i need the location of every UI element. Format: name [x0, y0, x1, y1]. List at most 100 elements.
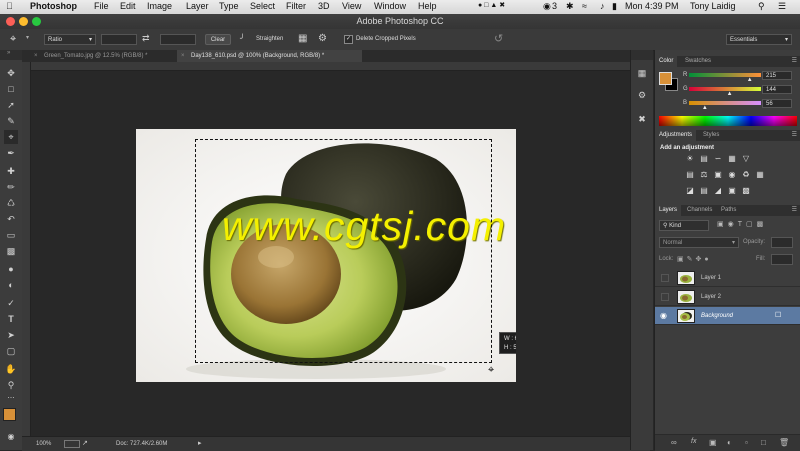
quick-mask-icon[interactable]: ◉ [4, 430, 18, 444]
share-icon[interactable]: ↗ [82, 439, 88, 447]
delete-cropped-pixels-checkbox[interactable]: ✓ [344, 35, 353, 44]
bluetooth-icon[interactable]: ✱ [566, 1, 574, 12]
layer-filter-dropdown[interactable]: ⚲ Kind [659, 220, 709, 231]
menu-edit[interactable]: Edit [120, 1, 136, 11]
tab-paths[interactable]: Paths [717, 205, 740, 216]
black-white-icon[interactable]: ▣ [713, 170, 723, 179]
notification-center-icon[interactable]: ☰ [778, 1, 786, 12]
tab-swatches[interactable]: Swatches [681, 56, 715, 67]
quick-select-tool-icon[interactable]: ✎ [4, 114, 18, 128]
g-slider[interactable] [689, 87, 761, 91]
channel-mixer-icon[interactable]: ♻ [741, 170, 751, 179]
layer-row[interactable]: Layer 2 [655, 288, 800, 306]
panel-menu-icon[interactable]: ☰ [792, 56, 797, 67]
tool-preset-chevron-icon[interactable]: ▾ [26, 34, 29, 41]
path-selection-tool-icon[interactable]: ➤ [4, 328, 18, 342]
vertical-ruler[interactable] [22, 62, 31, 436]
panel-menu-icon[interactable]: ☰ [792, 130, 797, 141]
tab-styles[interactable]: Styles [699, 130, 723, 141]
photo-filter-icon[interactable]: ◉ [727, 170, 737, 179]
crop-height-field[interactable] [160, 34, 196, 45]
spotlight-icon[interactable]: ⚲ [758, 1, 765, 12]
eyedropper-tool-icon[interactable]: ✒ [4, 146, 18, 160]
overlay-grid-icon[interactable]: ▦ [298, 33, 307, 44]
healing-brush-tool-icon[interactable]: ✚ [4, 164, 18, 178]
add-mask-icon[interactable]: ▣ [709, 438, 717, 447]
properties-panel-icon[interactable]: ⚙ [635, 88, 649, 102]
dodge-tool-icon[interactable]: ◐ [4, 278, 18, 292]
document-canvas[interactable]: www.cgtsj.com W : 6.569 in H : 5.014 in [136, 129, 516, 382]
swap-dimensions-icon[interactable]: ⇄ [142, 33, 150, 44]
status-menu-arrow-icon[interactable]: ▸ [198, 439, 202, 447]
curves-icon[interactable]: ∽ [713, 154, 723, 163]
crop-width-field[interactable] [101, 34, 137, 45]
hue-saturation-icon[interactable]: ▤ [685, 170, 695, 179]
vibrance-icon[interactable]: ▽ [741, 154, 751, 163]
workspace-dropdown[interactable]: Essentials ▾ [726, 34, 792, 45]
apple-menu-icon[interactable]:  [6, 1, 13, 11]
new-group-icon[interactable]: ▫ [745, 438, 748, 447]
type-tool-icon[interactable]: T [4, 312, 18, 326]
foreground-color-swatch[interactable] [3, 408, 16, 421]
history-panel-icon[interactable]: ▦ [635, 66, 649, 80]
menubar-user[interactable]: Tony Laidig [690, 1, 736, 11]
clone-stamp-tool-icon[interactable]: ♺ [4, 196, 18, 210]
tab-channels[interactable]: Channels [683, 205, 716, 216]
layer-row[interactable]: Layer 1 [655, 269, 800, 287]
new-layer-icon[interactable]: □ [761, 438, 766, 447]
tab-color[interactable]: Color [655, 56, 678, 67]
close-tab-icon[interactable]: × [181, 50, 185, 62]
new-adjustment-layer-icon[interactable]: ◐ [727, 438, 732, 447]
menu-type[interactable]: Type [219, 1, 239, 11]
exposure-icon[interactable]: ▦ [727, 154, 737, 163]
zoom-tool-icon[interactable]: ⚲ [4, 378, 18, 392]
straighten-icon[interactable]: ╯ [240, 34, 245, 43]
tab-adjustments[interactable]: Adjustments [655, 130, 697, 141]
battery-icon[interactable]: ▮ [612, 1, 617, 12]
hand-tool-icon[interactable]: ✋ [4, 362, 18, 376]
blur-tool-icon[interactable]: ● [4, 262, 18, 276]
b-slider-thumb[interactable]: ▲ [702, 105, 708, 111]
layer-name[interactable]: Layer 1 [701, 269, 721, 287]
posterize-icon[interactable]: ▤ [699, 186, 709, 195]
more-tools-icon[interactable]: ⋯ [4, 392, 18, 406]
levels-icon[interactable]: ▤ [699, 154, 709, 163]
notification-icon[interactable]: ◉ [543, 1, 551, 12]
tab-day138[interactable]: × Day138_610.psd @ 100% (Background, RGB… [177, 50, 362, 62]
b-value-field[interactable]: 56 [762, 99, 792, 108]
eraser-tool-icon[interactable]: ▭ [4, 228, 18, 242]
eye-icon[interactable]: ◉ [660, 307, 667, 325]
straighten-label[interactable]: Straighten [256, 36, 283, 42]
b-slider[interactable] [689, 101, 761, 105]
lock-icons[interactable]: ▣✎✥● [677, 255, 712, 263]
volume-icon[interactable]: ♪ [600, 1, 605, 11]
link-layers-icon[interactable]: ∞ [671, 438, 677, 447]
lock-icon[interactable]: ☐ [775, 307, 781, 325]
gradient-tool-icon[interactable]: ▩ [4, 244, 18, 258]
lasso-tool-icon[interactable]: ➚ [4, 98, 18, 112]
menu-help[interactable]: Help [418, 1, 437, 11]
blend-mode-dropdown[interactable]: Normal ▾ [659, 237, 739, 248]
layer-filter-type-icons[interactable]: ▣◉T▢▩ [717, 220, 767, 228]
color-lookup-icon[interactable]: ▦ [755, 170, 765, 179]
tab-layers[interactable]: Layers [655, 205, 682, 216]
gradient-map-icon[interactable]: ▩ [741, 186, 751, 195]
opacity-field[interactable] [771, 237, 793, 248]
preview-icon[interactable] [64, 440, 80, 448]
close-tab-icon[interactable]: × [34, 50, 38, 62]
layer-visibility-toggle[interactable] [661, 274, 669, 282]
r-value-field[interactable]: 215 [762, 71, 792, 80]
menu-window[interactable]: Window [374, 1, 406, 11]
g-slider-thumb[interactable]: ▲ [727, 91, 733, 97]
crop-tool-icon[interactable]: ⌖ [4, 130, 18, 144]
brush-tool-icon[interactable]: ✏ [4, 180, 18, 194]
panel-menu-icon[interactable]: ☰ [792, 205, 797, 216]
crop-marquee[interactable] [195, 139, 492, 363]
menu-layer[interactable]: Layer [186, 1, 209, 11]
zoom-window-icon[interactable] [32, 17, 41, 26]
tools-panel-icon[interactable]: ✖ [635, 112, 649, 126]
layer-visibility-toggle[interactable] [661, 293, 669, 301]
menu-view[interactable]: View [342, 1, 361, 11]
wifi-icon[interactable]: ≈ [582, 1, 587, 11]
menu-image[interactable]: Image [147, 1, 172, 11]
